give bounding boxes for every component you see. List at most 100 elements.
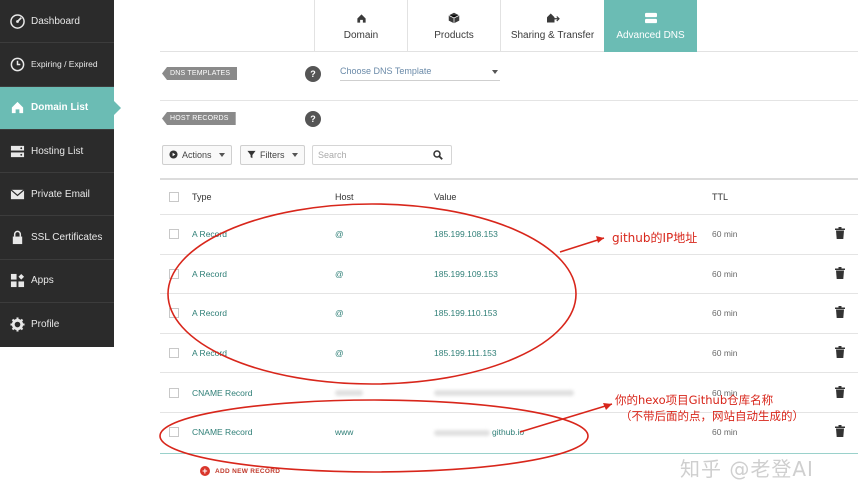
table-row[interactable]: A Record @ 185.199.111.153 60 min (160, 332, 858, 373)
record-type[interactable]: CNAME Record (192, 388, 252, 398)
play-circle-icon (169, 149, 178, 161)
record-host[interactable]: @ (335, 269, 344, 279)
sidebar-item-expiring[interactable]: Expiring / Expired (0, 43, 114, 87)
add-new-record-button[interactable]: + ADD NEW RECORD (200, 466, 280, 476)
filters-button[interactable]: Filters (240, 145, 305, 165)
row-checkbox[interactable] (169, 348, 179, 359)
transfer-icon (546, 11, 560, 25)
add-new-record-label: ADD NEW RECORD (215, 467, 281, 475)
record-type[interactable]: CNAME Record (192, 427, 252, 437)
sidebar-item-dashboard[interactable]: Dashboard (0, 0, 114, 44)
table-header-row: Type Host Value TTL (160, 178, 858, 214)
record-type[interactable]: A Record (192, 269, 227, 279)
actions-button[interactable]: Actions (162, 145, 232, 165)
dashboard-icon (9, 13, 25, 29)
sidebar-item-label: Private Email (31, 188, 90, 200)
actions-button-label: Actions (182, 150, 212, 160)
tab-label: Advanced DNS (616, 30, 685, 41)
sidebar-item-label: Expiring / Expired (31, 59, 98, 70)
record-host[interactable]: @ (335, 229, 344, 239)
tab-products[interactable]: Products (407, 0, 500, 52)
redacted-username (434, 430, 490, 437)
table-row[interactable]: A Record @ 185.199.109.153 60 min (160, 253, 858, 294)
sidebar-item-hosting-list[interactable]: Hosting List (0, 130, 114, 174)
dns-templates-help-icon[interactable]: ? (305, 66, 321, 82)
record-ttl[interactable]: 60 min (712, 269, 738, 279)
divider (160, 100, 858, 101)
sidebar-item-profile[interactable]: Profile (0, 303, 114, 346)
row-checkbox[interactable] (169, 308, 179, 319)
chevron-down-icon (218, 153, 225, 157)
search-icon[interactable] (433, 150, 443, 162)
home-icon (356, 11, 367, 25)
sidebar-item-label: Profile (31, 319, 60, 331)
select-all-checkbox[interactable] (169, 192, 179, 202)
sidebar-item-label: Hosting List (31, 145, 84, 157)
record-value: github.io (492, 427, 525, 438)
row-checkbox[interactable] (169, 229, 179, 240)
home-icon (9, 100, 25, 116)
record-value[interactable]: 185.199.109.153 (434, 269, 498, 279)
record-value-redacted (434, 388, 576, 398)
record-type[interactable]: A Record (192, 348, 227, 358)
record-ttl[interactable]: 60 min (712, 348, 738, 358)
record-value[interactable]: 185.199.110.153 (434, 308, 497, 318)
tab-label: Products (434, 30, 474, 41)
envelope-icon (9, 186, 25, 202)
table-row[interactable]: A Record @ 185.199.108.153 60 min (160, 214, 858, 254)
host-records-help-icon[interactable]: ? (305, 111, 321, 127)
sidebar-item-label: Dashboard (31, 15, 80, 27)
annotation-repo-note-line1: 你的hexo项目Github仓库名称 (615, 393, 774, 407)
sidebar-item-private-email[interactable]: Private Email (0, 173, 114, 217)
record-value[interactable]: 185.199.108.153 (434, 229, 498, 239)
tab-sharing-transfer[interactable]: Sharing & Transfer (500, 0, 604, 52)
row-checkbox[interactable] (169, 268, 179, 279)
row-checkbox[interactable] (169, 387, 179, 398)
clock-icon (9, 56, 25, 72)
sidebar: Dashboard Expiring / Expired Domain List… (0, 0, 121, 347)
trash-icon[interactable] (835, 346, 845, 360)
record-ttl[interactable]: 60 min (712, 229, 738, 239)
tab-domain[interactable]: Domain (314, 0, 407, 52)
column-header-value: Value (434, 192, 457, 202)
server-icon (9, 143, 25, 159)
sidebar-item-label: Apps (31, 275, 54, 287)
host-records-label: HOST RECORDS (162, 112, 236, 125)
sidebar-item-apps[interactable]: Apps (0, 260, 114, 304)
dns-template-select-value: Choose DNS Template (340, 66, 432, 76)
dns-templates-label: DNS TEMPLATES (162, 67, 238, 80)
trash-icon[interactable] (835, 425, 845, 439)
annotation-repo-note-line2: （不带后面的点，网站自动生成的） (620, 409, 804, 423)
row-checkbox[interactable] (169, 427, 179, 438)
lock-icon (9, 230, 25, 246)
top-tab-bar: Domain Products Sharing & Transfer Advan… (160, 0, 858, 52)
trash-icon[interactable] (835, 227, 845, 241)
record-host[interactable]: www (335, 427, 353, 437)
trash-icon[interactable] (835, 385, 845, 400)
search-placeholder: Search (318, 150, 347, 160)
record-ttl[interactable]: 60 min (712, 308, 738, 318)
record-host[interactable]: @ (335, 348, 344, 358)
tab-advanced-dns[interactable]: Advanced DNS (604, 0, 697, 52)
box-icon (448, 11, 460, 25)
record-type[interactable]: A Record (192, 308, 227, 318)
record-value[interactable]: 185.199.111.153 (434, 348, 497, 358)
column-header-host: Host (335, 192, 354, 202)
sidebar-item-domain-list[interactable]: Domain List (0, 86, 121, 130)
annotation-ip-note: github的IP地址 (612, 231, 698, 245)
record-type[interactable]: A Record (192, 229, 227, 239)
trash-icon[interactable] (835, 306, 845, 320)
trash-icon[interactable] (835, 266, 845, 281)
record-value-cell[interactable]: github.io (434, 427, 524, 437)
record-host[interactable]: @ (335, 308, 344, 318)
record-ttl[interactable]: 60 min (712, 427, 738, 437)
dns-template-select[interactable]: Choose DNS Template (340, 66, 500, 81)
table-row[interactable]: A Record @ 185.199.110.153 60 min (160, 293, 858, 333)
record-host-redacted (335, 388, 365, 398)
chevron-down-icon (492, 70, 498, 74)
chevron-down-icon (291, 153, 298, 157)
search-input[interactable]: Search (312, 145, 452, 165)
sidebar-item-ssl[interactable]: SSL Certificates (0, 216, 114, 260)
plus-icon: + (200, 466, 210, 476)
gear-icon (9, 317, 25, 333)
